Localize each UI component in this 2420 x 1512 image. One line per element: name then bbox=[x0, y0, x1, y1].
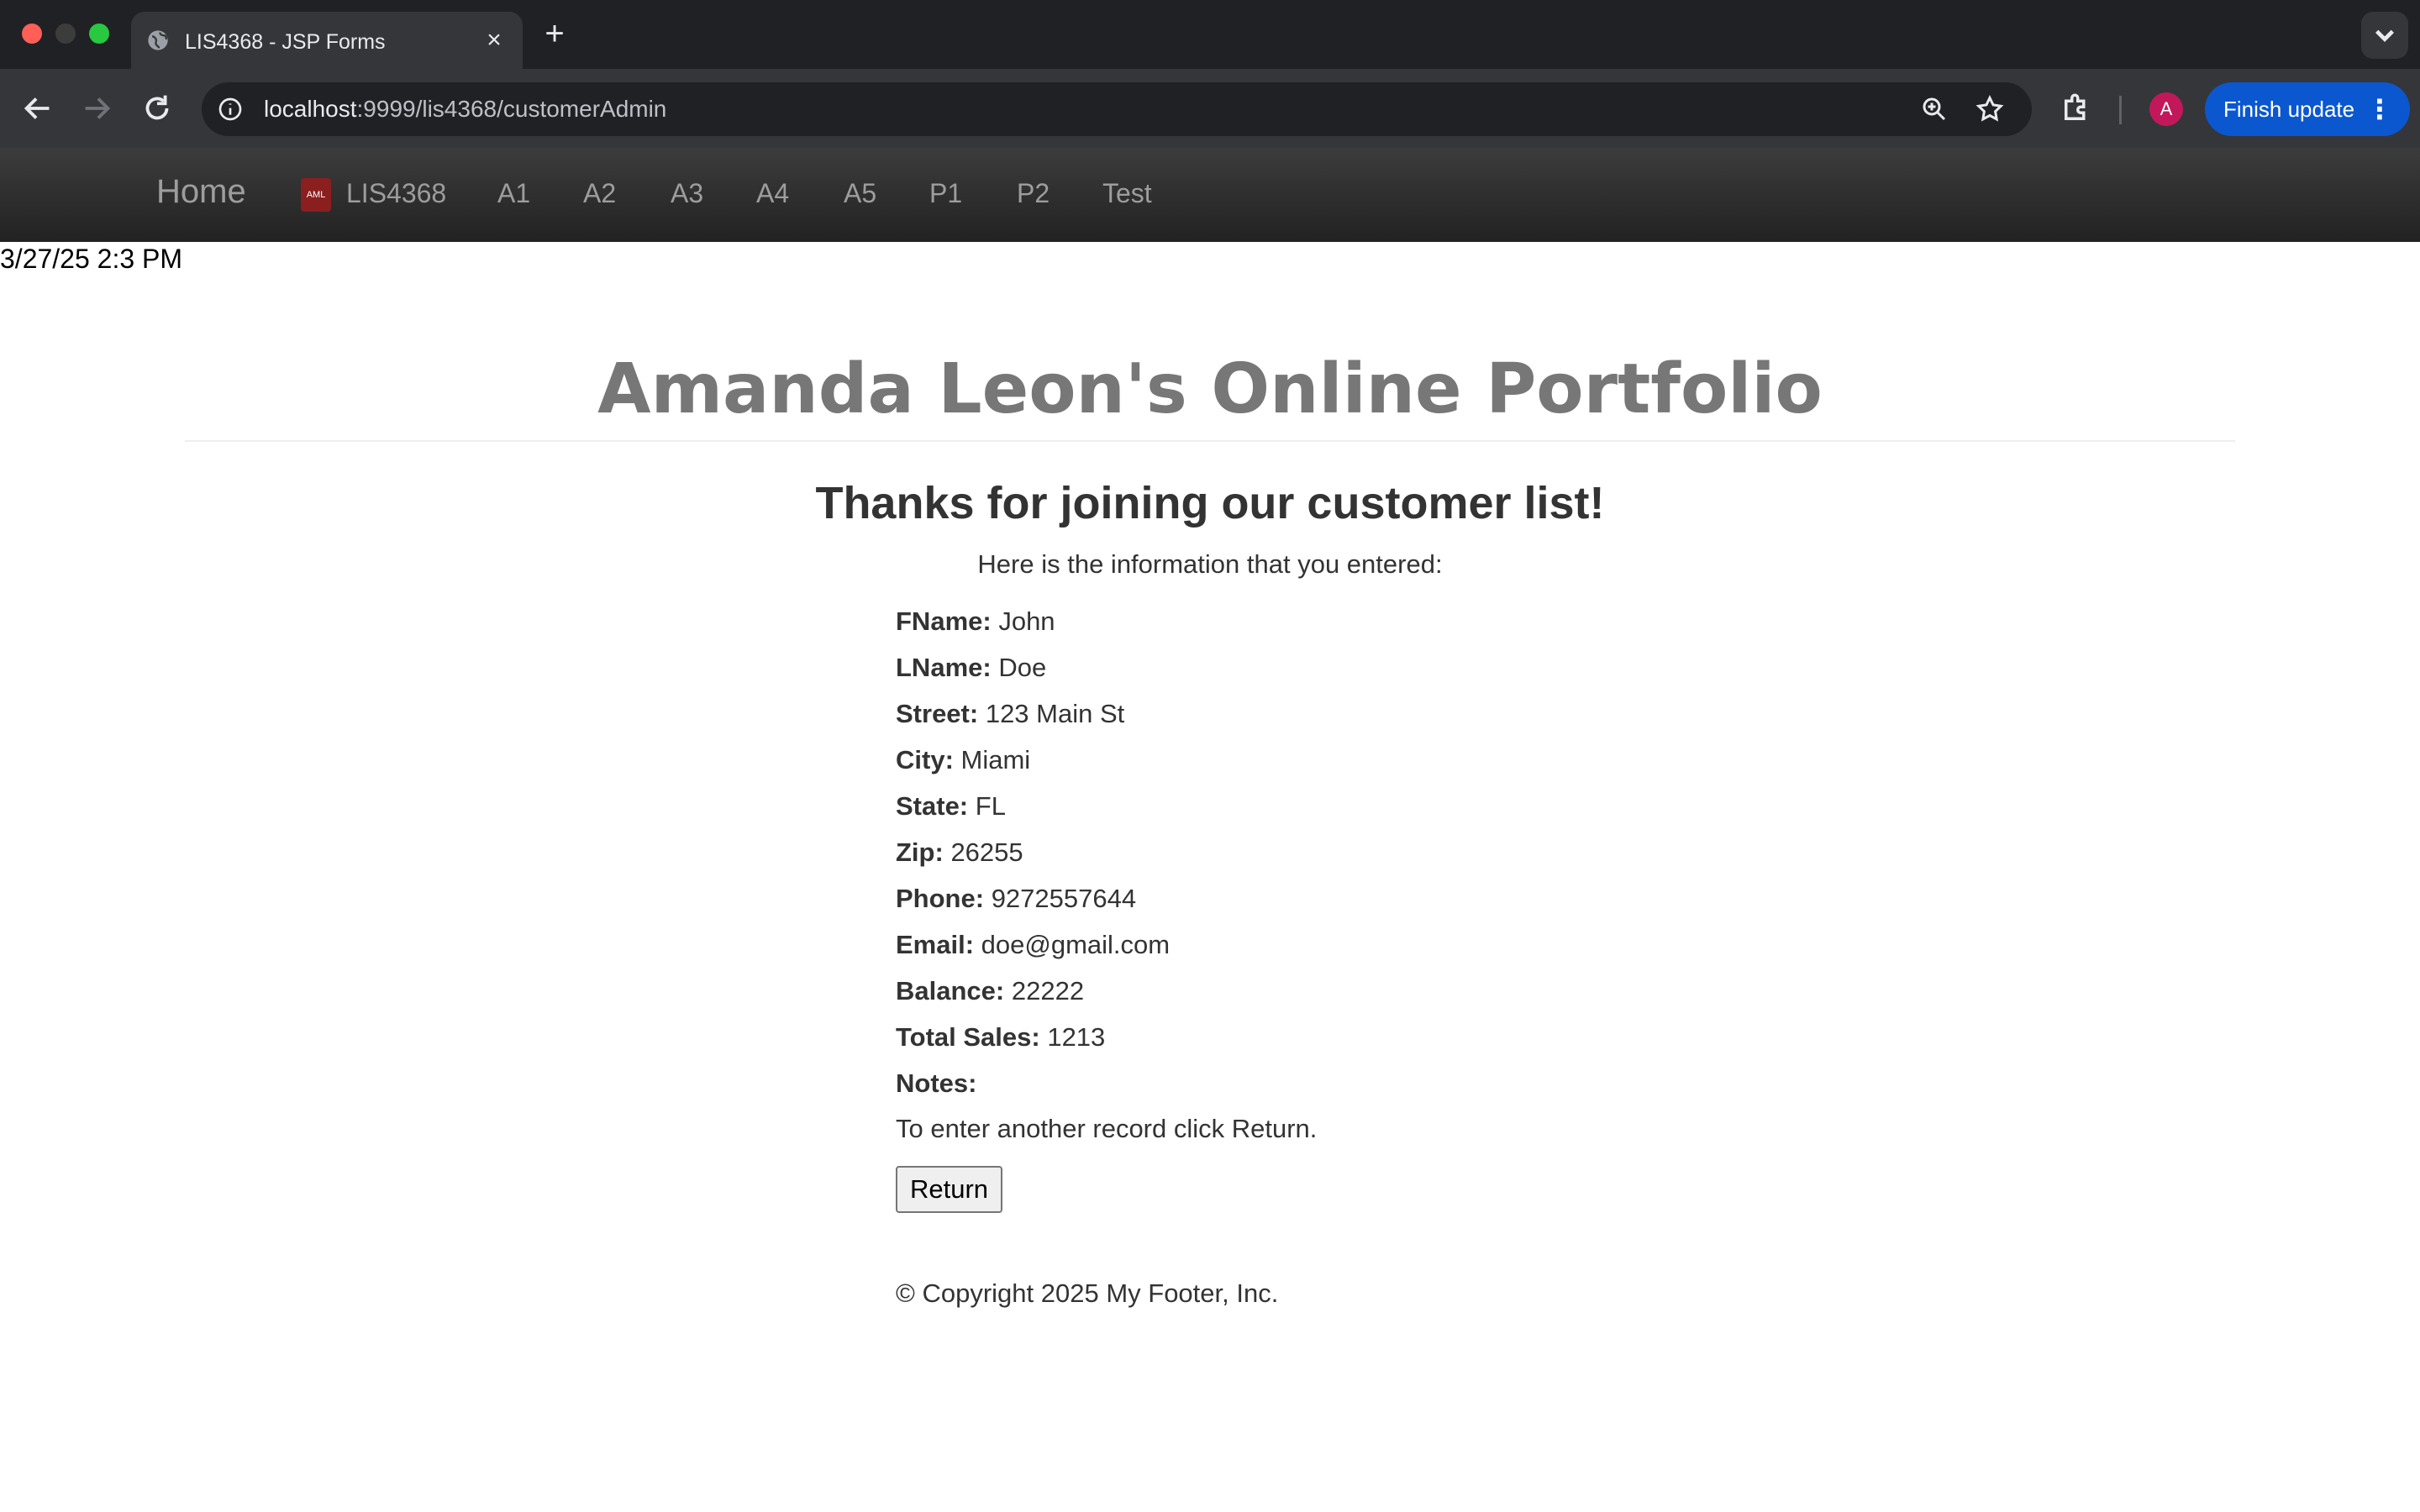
field-value: 22222 bbox=[1011, 976, 1085, 1005]
field-label: Street: bbox=[896, 699, 979, 728]
reload-icon[interactable] bbox=[138, 89, 176, 128]
tab-title: LIS4368 - JSP Forms bbox=[185, 30, 386, 54]
field-label: City: bbox=[896, 745, 954, 774]
field-label: Email: bbox=[896, 930, 975, 959]
site-info-icon[interactable] bbox=[217, 96, 244, 123]
return-button[interactable]: Return bbox=[896, 1166, 1002, 1213]
url-path: :9999/lis4368/customerAdmin bbox=[356, 96, 667, 122]
field-zip: Zip: 26255 bbox=[896, 837, 1023, 868]
field-fname: FName: John bbox=[896, 606, 1055, 637]
nav-link-a4[interactable]: A4 bbox=[756, 178, 789, 209]
field-phone: Phone: 9272557644 bbox=[896, 884, 1136, 914]
title-divider bbox=[185, 440, 2235, 442]
zoom-icon[interactable] bbox=[1919, 94, 1949, 124]
field-city: City: Miami bbox=[896, 745, 1030, 775]
page-title: Amanda Leon's Online Portfolio bbox=[597, 349, 1823, 429]
field-value: 1213 bbox=[1047, 1022, 1106, 1052]
field-label: Balance: bbox=[896, 976, 1005, 1005]
field-value: 123 Main St bbox=[985, 699, 1125, 728]
back-arrow-icon[interactable] bbox=[18, 89, 57, 128]
field-label: FName: bbox=[896, 606, 992, 636]
toolbar-divider bbox=[2119, 96, 2122, 124]
field-state: State: FL bbox=[896, 791, 1006, 822]
nav-link-lis4368[interactable]: LIS4368 bbox=[346, 178, 446, 209]
browser-tab-strip: LIS4368 - JSP Forms × + bbox=[0, 0, 2420, 69]
nav-link-a5[interactable]: A5 bbox=[844, 178, 876, 209]
field-value: 9272557644 bbox=[991, 884, 1137, 913]
field-label: Notes: bbox=[896, 1068, 977, 1098]
field-email: Email: doe@gmail.com bbox=[896, 930, 1170, 960]
field-notes: Notes: bbox=[896, 1068, 976, 1099]
field-label: State: bbox=[896, 791, 969, 821]
field-value: FL bbox=[975, 791, 1006, 821]
field-label: Phone: bbox=[896, 884, 985, 913]
url-text[interactable]: localhost:9999/lis4368/customerAdmin bbox=[264, 96, 666, 123]
nav-link-a2[interactable]: A2 bbox=[583, 178, 616, 209]
lis4368-logo-icon: AML bbox=[301, 178, 331, 212]
chevron-down-icon bbox=[2375, 29, 2394, 42]
nav-link-test[interactable]: Test bbox=[1102, 178, 1152, 209]
window-minimize-button[interactable] bbox=[55, 24, 76, 44]
forward-arrow-icon[interactable] bbox=[77, 89, 116, 128]
field-lname: LName: Doe bbox=[896, 653, 1046, 683]
nav-link-p1[interactable]: P1 bbox=[929, 178, 962, 209]
browser-toolbar: localhost:9999/lis4368/customerAdmin A F… bbox=[0, 69, 2420, 148]
bookmark-star-icon[interactable] bbox=[1975, 94, 2005, 124]
field-street: Street: 123 Main St bbox=[896, 699, 1124, 729]
browser-tab-active[interactable]: LIS4368 - JSP Forms × bbox=[131, 12, 523, 69]
more-menu-icon[interactable]: ⋮ bbox=[2366, 82, 2393, 136]
field-label: Total Sales: bbox=[896, 1022, 1040, 1052]
address-bar[interactable]: localhost:9999/lis4368/customerAdmin bbox=[202, 82, 2032, 136]
new-tab-icon[interactable]: + bbox=[538, 15, 571, 52]
return-instructions: To enter another record click Return. bbox=[896, 1114, 1318, 1143]
field-value: John bbox=[998, 606, 1055, 636]
page-footer: © Copyright 2025 My Footer, Inc. bbox=[896, 1278, 1279, 1308]
tab-search-button[interactable] bbox=[2361, 12, 2408, 59]
date-timestamp: 3/27/25 2:3 PM bbox=[0, 244, 183, 274]
finish-update-label: Finish update bbox=[2223, 97, 2355, 122]
field-label: Zip: bbox=[896, 837, 944, 867]
extensions-icon[interactable] bbox=[2059, 91, 2094, 126]
nav-brand-home[interactable]: Home bbox=[156, 173, 246, 211]
profile-avatar[interactable]: A bbox=[2149, 92, 2183, 126]
nav-link-a1[interactable]: A1 bbox=[497, 178, 530, 209]
site-navbar: Home AML LIS4368 A1 A2 A3 A4 A5 P1 P2 Te… bbox=[0, 148, 2420, 242]
field-label: LName: bbox=[896, 653, 992, 682]
nav-link-a3[interactable]: A3 bbox=[671, 178, 703, 209]
tab-close-icon[interactable]: × bbox=[481, 27, 508, 54]
field-value: Miami bbox=[960, 745, 1031, 774]
nav-link-p2[interactable]: P2 bbox=[1017, 178, 1050, 209]
thanks-heading: Thanks for joining our customer list! bbox=[815, 478, 1605, 528]
field-total-sales: Total Sales: 1213 bbox=[896, 1022, 1105, 1053]
finish-update-button[interactable]: Finish update ⋮ bbox=[2205, 82, 2410, 136]
intro-text: Here is the information that you entered… bbox=[977, 549, 1443, 579]
field-value: 26255 bbox=[950, 837, 1023, 867]
field-balance: Balance: 22222 bbox=[896, 976, 1084, 1006]
field-value: Doe bbox=[998, 653, 1047, 682]
window-close-button[interactable] bbox=[22, 24, 42, 44]
globe-icon bbox=[148, 30, 168, 50]
window-zoom-button[interactable] bbox=[89, 24, 109, 44]
field-value: doe@gmail.com bbox=[981, 930, 1171, 959]
url-host: localhost bbox=[264, 96, 357, 122]
